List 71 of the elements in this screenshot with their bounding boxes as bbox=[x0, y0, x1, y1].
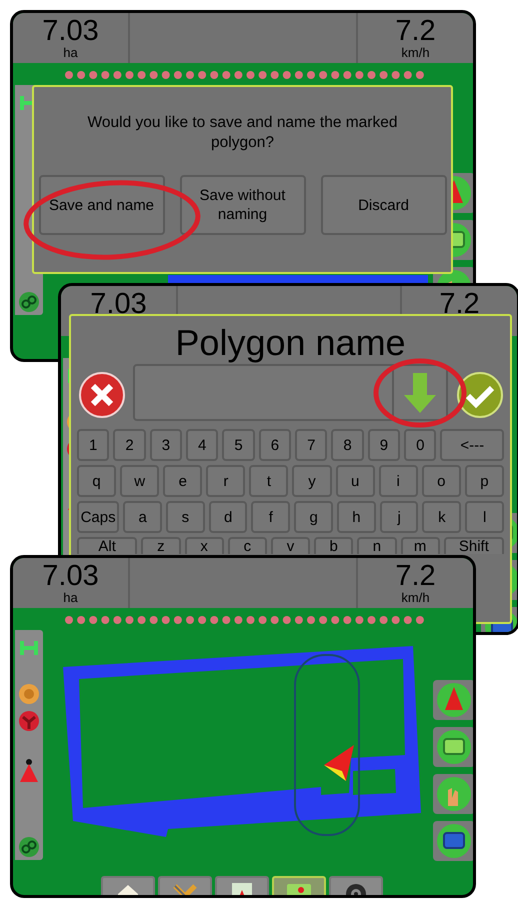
nozzle-icon bbox=[18, 758, 40, 784]
link-circle-icon[interactable] bbox=[18, 291, 40, 313]
keyboard-key[interactable]: <--- bbox=[440, 429, 504, 461]
area-reading: 7.03 bbox=[90, 289, 147, 319]
keyboard-key[interactable]: v bbox=[270, 537, 310, 554]
keyboard-key[interactable]: p bbox=[464, 465, 504, 497]
keyboard-key[interactable]: k bbox=[422, 501, 462, 533]
speed-reading: 7.2 bbox=[395, 561, 436, 591]
keyboard-key[interactable]: Shift bbox=[444, 537, 504, 554]
speed-reading: 7.2 bbox=[439, 289, 480, 319]
map-tool-button[interactable] bbox=[433, 680, 473, 720]
keyboard-key[interactable]: i bbox=[378, 465, 418, 497]
keyboard-key[interactable]: 0 bbox=[404, 429, 436, 461]
keyboard-key[interactable]: q bbox=[77, 465, 116, 497]
confirm-icon[interactable] bbox=[456, 371, 504, 419]
keyboard-key[interactable]: z bbox=[141, 537, 181, 554]
keyboard-key[interactable]: y bbox=[292, 465, 332, 497]
status-circle-icon bbox=[18, 683, 40, 705]
keyboard-key[interactable]: d bbox=[208, 501, 248, 533]
speed-unit: km/h bbox=[401, 46, 430, 60]
keyboard-key[interactable]: 9 bbox=[368, 429, 400, 461]
keyboard-key[interactable]: j bbox=[380, 501, 418, 533]
h-frame-icon[interactable] bbox=[19, 638, 39, 658]
area-reading: 7.03 bbox=[42, 561, 99, 591]
keyboard-key[interactable]: s bbox=[166, 501, 205, 533]
keyboard-key[interactable]: Alt bbox=[77, 537, 138, 554]
keyboard-key[interactable]: 6 bbox=[258, 429, 292, 461]
dialog-button[interactable]: Save without naming bbox=[180, 175, 306, 235]
area-unit: ha bbox=[63, 46, 78, 60]
keyboard-key[interactable]: o bbox=[422, 465, 461, 497]
dialog-button[interactable]: Discard bbox=[320, 175, 446, 235]
keyboard-key[interactable]: b bbox=[314, 537, 354, 554]
speed-unit: km/h bbox=[401, 591, 430, 605]
keyboard-key[interactable]: l bbox=[465, 501, 504, 533]
keyboard-key[interactable]: e bbox=[163, 465, 202, 497]
keyboard-key[interactable]: Caps bbox=[77, 501, 120, 533]
screen-icon bbox=[436, 729, 472, 765]
keyboard-key[interactable]: g bbox=[294, 501, 333, 533]
keyboard-key[interactable]: f bbox=[251, 501, 290, 533]
keyboard-key[interactable]: 7 bbox=[295, 429, 328, 461]
keyboard-key[interactable]: m bbox=[400, 537, 440, 554]
keyboard-key[interactable]: r bbox=[206, 465, 246, 497]
keyboard-key[interactable]: 1 bbox=[77, 429, 110, 461]
map-tool-button[interactable] bbox=[433, 774, 473, 814]
keyboard-key[interactable]: a bbox=[123, 501, 162, 533]
link-circle-icon[interactable] bbox=[18, 836, 40, 858]
area-unit: ha bbox=[63, 591, 78, 605]
cancel-icon[interactable] bbox=[78, 371, 126, 419]
keyboard-key[interactable]: w bbox=[120, 465, 160, 497]
keyboard-key[interactable]: 5 bbox=[222, 429, 255, 461]
keyboard-key[interactable]: x bbox=[184, 537, 224, 554]
keyboard-key[interactable]: n bbox=[357, 537, 397, 554]
keyboard-key[interactable]: 2 bbox=[113, 429, 146, 461]
area-reading: 7.03 bbox=[42, 16, 99, 46]
dialog-title: Polygon name bbox=[175, 322, 406, 364]
valve-circle-icon bbox=[18, 710, 40, 732]
dialog-button[interactable]: Save and name bbox=[38, 175, 164, 235]
keyboard-key[interactable]: u bbox=[336, 465, 375, 497]
keyboard-key[interactable]: 3 bbox=[150, 429, 182, 461]
map-tool-button[interactable] bbox=[433, 821, 473, 861]
speed-reading: 7.2 bbox=[395, 16, 436, 46]
keyboard-key[interactable]: c bbox=[228, 537, 267, 554]
dialog-message: Would you like to save and name the marked polygon? bbox=[86, 113, 398, 153]
name-input-field[interactable] bbox=[133, 364, 448, 421]
keyboard-key[interactable]: t bbox=[249, 465, 288, 497]
map-tool-button[interactable] bbox=[433, 727, 473, 767]
map-icon bbox=[436, 823, 472, 859]
keyboard-key[interactable]: 4 bbox=[186, 429, 218, 461]
keyboard-key[interactable]: 8 bbox=[331, 429, 364, 461]
keyboard-key[interactable]: h bbox=[336, 501, 376, 533]
down-arrow-icon bbox=[402, 370, 438, 414]
